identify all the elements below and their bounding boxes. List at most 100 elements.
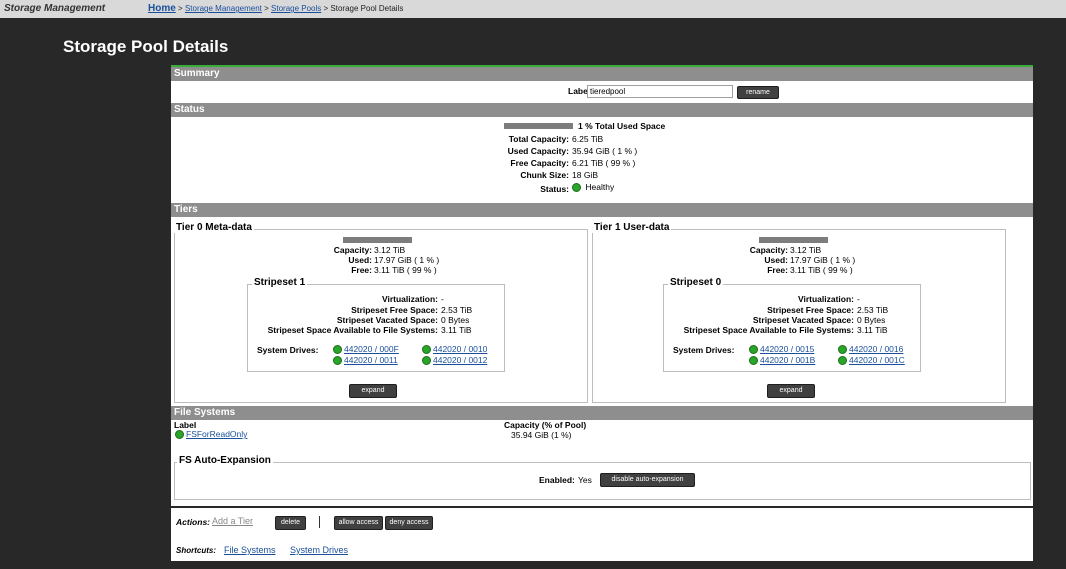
t0-system-drives-label: System Drives: xyxy=(257,345,319,355)
t1-stripeset-available-label: Stripeset Space Available to File System… xyxy=(683,325,854,335)
total-capacity-label: Total Capacity: xyxy=(508,134,569,144)
t1-stripeset-free-label: Stripeset Free Space: xyxy=(767,305,854,315)
t0-stripeset-free-label: Stripeset Free Space: xyxy=(351,305,438,315)
tier-1-used-value: 17.97 GiB ( 1 % ) xyxy=(790,255,856,265)
drive-ok-icon xyxy=(422,356,431,366)
drive-ok-icon xyxy=(422,345,431,355)
t0-stripeset-available-value: 3.11 TiB xyxy=(441,325,472,335)
t0-stripeset-vacated-label: Stripeset Vacated Space: xyxy=(336,315,438,325)
add-tier-link[interactable]: Add a Tier xyxy=(212,516,253,526)
summary-header: Summary xyxy=(171,67,1033,81)
t1-stripeset-available-value: 3.11 TiB xyxy=(857,325,888,335)
drive-ok-icon xyxy=(333,345,342,355)
stripeset-0-title: Stripeset 0 xyxy=(668,277,724,288)
auto-expansion-enabled-label: Enabled: xyxy=(539,475,575,485)
breadcrumb-storage-pools-link[interactable]: Storage Pools xyxy=(271,4,321,13)
drive-ok-icon xyxy=(838,345,847,355)
tier-1-expand-button[interactable]: expand xyxy=(767,384,815,398)
status-header: Status xyxy=(171,103,1033,117)
actions-label: Actions: xyxy=(176,517,210,527)
used-capacity-label: Used Capacity: xyxy=(507,146,569,156)
t1-virtualization-label: Virtualization: xyxy=(797,294,854,304)
system-drive-link-text[interactable]: 442020 / 0010 xyxy=(433,344,487,354)
allow-access-button[interactable]: allow access xyxy=(334,516,383,530)
tier-0-expand-button[interactable]: expand xyxy=(349,384,397,398)
tier-0-used-label: Used: xyxy=(348,255,372,265)
tier-0-used-value: 17.97 GiB ( 1 % ) xyxy=(374,255,440,265)
auto-expansion-title: FS Auto-Expansion xyxy=(177,455,273,466)
tier-0-free-value: 3.11 TiB ( 99 % ) xyxy=(374,265,437,275)
drive-ok-icon xyxy=(333,356,342,366)
chunk-size-label: Chunk Size: xyxy=(520,170,569,180)
system-drive-link[interactable]: 442020 / 0011 xyxy=(333,355,398,366)
system-drive-link[interactable]: 442020 / 0010 xyxy=(422,344,487,355)
status-ok-icon xyxy=(572,183,581,193)
tier-0-free-label: Free: xyxy=(351,265,372,275)
tier-1-free-value: 3.11 TiB ( 99 % ) xyxy=(790,265,853,275)
tier-0-capacity-value: 3.12 TiB xyxy=(374,245,406,255)
chunk-size-value: 18 GiB xyxy=(572,170,598,180)
system-drive-link-text[interactable]: 442020 / 0016 xyxy=(849,344,903,354)
disable-auto-expansion-button[interactable]: disable auto-expansion xyxy=(600,473,695,487)
status-label: Status: xyxy=(540,184,569,194)
breadcrumb-separator: > xyxy=(264,4,269,13)
t1-stripeset-free-value: 2.53 TiB xyxy=(857,305,889,315)
status-indicator: Healthy xyxy=(572,182,615,193)
system-drive-link-text[interactable]: 442020 / 0015 xyxy=(760,344,814,354)
fs-name-link[interactable]: FSForReadOnly xyxy=(186,429,247,439)
deny-access-button[interactable]: deny access xyxy=(385,516,433,530)
tier-1-used-label: Used: xyxy=(764,255,788,265)
main-content: Summary Label: tieredpool rename Status … xyxy=(171,65,1033,561)
system-drive-link-text[interactable]: 442020 / 001B xyxy=(760,355,815,365)
system-drive-link[interactable]: 442020 / 001C xyxy=(838,355,905,366)
t0-virtualization-value: - xyxy=(441,294,444,304)
system-drive-link-text[interactable]: 442020 / 0012 xyxy=(433,355,487,365)
free-capacity-label: Free Capacity: xyxy=(510,158,569,168)
breadcrumb-home-link[interactable]: Home xyxy=(148,3,176,14)
t1-stripeset-vacated-value: 0 Bytes xyxy=(857,315,886,325)
tier-1-capacity-value: 3.12 TiB xyxy=(790,245,822,255)
shortcut-system-drives-link[interactable]: System Drives xyxy=(290,545,348,555)
fs-capacity-value: 35.94 GiB (1 %) xyxy=(511,430,572,440)
rename-button[interactable]: rename xyxy=(737,86,779,99)
system-drive-link-text[interactable]: 442020 / 001C xyxy=(849,355,905,365)
total-usage-bar xyxy=(504,123,573,129)
pool-label-input[interactable]: tieredpool xyxy=(587,85,733,98)
t1-virtualization-value: - xyxy=(857,294,860,304)
t0-stripeset-free-value: 2.53 TiB xyxy=(441,305,473,315)
fs-ok-icon xyxy=(175,430,184,440)
breadcrumb: Home > Storage Management > Storage Pool… xyxy=(148,3,403,14)
system-drive-link[interactable]: 442020 / 0016 xyxy=(838,344,903,355)
fs-row[interactable]: FSForReadOnly xyxy=(175,429,247,440)
tier-1-title: Tier 1 User-data xyxy=(592,222,672,233)
drive-ok-icon xyxy=(749,345,758,355)
tier-0-usage-bar xyxy=(343,237,412,243)
t0-virtualization-label: Virtualization: xyxy=(381,294,438,304)
t0-stripeset-available-label: Stripeset Space Available to File System… xyxy=(267,325,438,335)
tier-1-usage-bar xyxy=(759,237,828,243)
t1-system-drives-label: System Drives: xyxy=(673,345,735,355)
system-drive-link[interactable]: 442020 / 0012 xyxy=(422,355,487,366)
system-drive-link-text[interactable]: 442020 / 000F xyxy=(344,344,399,354)
drive-ok-icon xyxy=(838,356,847,366)
auto-expansion-enabled-value: Yes xyxy=(578,475,592,485)
tiers-header: Tiers xyxy=(171,203,1033,217)
system-drive-link[interactable]: 442020 / 000F xyxy=(333,344,399,355)
tier-1-free-label: Free: xyxy=(767,265,788,275)
fs-col-capacity: Capacity (% of Pool) xyxy=(504,420,587,430)
delete-button[interactable]: delete xyxy=(275,516,306,530)
breadcrumb-separator: > xyxy=(178,4,183,13)
drive-ok-icon xyxy=(749,356,758,366)
page-title: Storage Pool Details xyxy=(63,37,229,56)
system-drive-link-text[interactable]: 442020 / 0011 xyxy=(344,355,398,365)
system-drive-link[interactable]: 442020 / 001B xyxy=(749,355,815,366)
total-capacity-value: 6.25 TiB xyxy=(572,134,604,144)
free-capacity-value: 6.21 TiB ( 99 % ) xyxy=(572,158,636,168)
status-value: Healthy xyxy=(585,182,615,192)
shortcut-file-systems-link[interactable]: File Systems xyxy=(224,545,276,555)
system-drive-link[interactable]: 442020 / 0015 xyxy=(749,344,814,355)
file-systems-header: File Systems xyxy=(171,406,1033,420)
actions-separator xyxy=(319,516,320,528)
breadcrumb-storage-management-link[interactable]: Storage Management xyxy=(185,4,262,13)
stripeset-1-title: Stripeset 1 xyxy=(252,277,308,288)
